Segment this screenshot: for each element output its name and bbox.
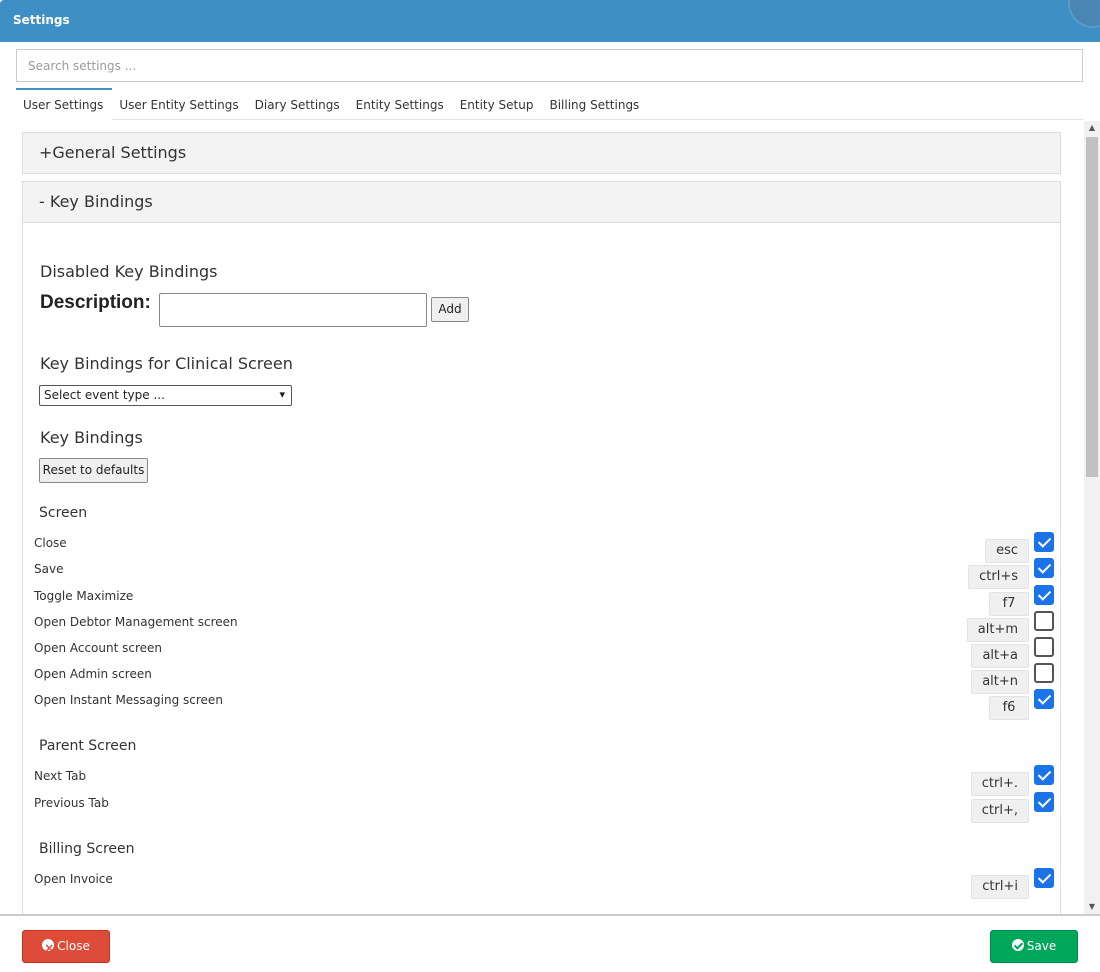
binding-enabled-checkbox[interactable] bbox=[1034, 689, 1054, 709]
binding-row-open-admin: Open Admin screen alt+n bbox=[34, 663, 1054, 694]
binding-key[interactable]: ctrl+i bbox=[971, 875, 1029, 899]
binding-name: Open Instant Messaging screen bbox=[34, 693, 223, 707]
binding-name: Save bbox=[34, 562, 64, 576]
tab-diary-settings[interactable]: Diary Settings bbox=[248, 88, 349, 120]
binding-row-open-invoice: Open Invoice ctrl+i bbox=[34, 868, 1054, 899]
binding-enabled-checkbox[interactable] bbox=[1034, 765, 1054, 785]
binding-name: Open Invoice bbox=[34, 872, 113, 886]
binding-row-close: Close esc bbox=[34, 532, 1054, 563]
binding-name: Toggle Maximize bbox=[34, 589, 134, 603]
binding-row-next-tab: Next Tab ctrl+. bbox=[34, 765, 1054, 796]
binding-key[interactable]: alt+a bbox=[971, 644, 1029, 668]
binding-row-open-instant-messaging: Open Instant Messaging screen f6 bbox=[34, 689, 1054, 720]
binding-enabled-checkbox[interactable] bbox=[1034, 868, 1054, 888]
title-bar: Settings bbox=[0, 0, 1100, 42]
binding-key[interactable]: ctrl+. bbox=[970, 772, 1029, 796]
tab-billing-settings[interactable]: Billing Settings bbox=[542, 88, 648, 120]
scroll-up-icon[interactable]: ▲ bbox=[1084, 121, 1100, 135]
window-corner-decoration bbox=[1068, 0, 1100, 28]
save-button-label: Save bbox=[1026, 939, 1057, 953]
binding-name: Open Account screen bbox=[34, 641, 163, 655]
check-circle-icon bbox=[1011, 939, 1024, 951]
binding-row-open-debtor-management: Open Debtor Management screen alt+m bbox=[34, 611, 1054, 642]
scroll-down-icon[interactable]: ▼ bbox=[1084, 900, 1100, 914]
binding-name: Close bbox=[34, 536, 67, 550]
binding-key[interactable]: alt+m bbox=[966, 618, 1029, 642]
close-button[interactable]: Close bbox=[22, 930, 110, 964]
reset-to-defaults-button[interactable]: Reset to defaults bbox=[39, 458, 148, 483]
tab-entity-setup[interactable]: Entity Setup bbox=[453, 88, 543, 120]
search-input[interactable] bbox=[16, 49, 1083, 82]
binding-enabled-checkbox[interactable] bbox=[1034, 637, 1054, 657]
window-title: Settings bbox=[13, 13, 70, 27]
add-button[interactable]: Add bbox=[431, 297, 469, 322]
event-type-select-value: Select event type ... bbox=[44, 388, 165, 402]
binding-enabled-checkbox[interactable] bbox=[1034, 792, 1054, 812]
section-label-billing-screen: Billing Screen bbox=[39, 841, 135, 857]
tab-user-settings[interactable]: User Settings bbox=[16, 88, 113, 120]
binding-name: Open Debtor Management screen bbox=[34, 615, 238, 629]
panel-toggle-icon: + bbox=[39, 143, 53, 162]
tab-entity-settings[interactable]: Entity Settings bbox=[349, 88, 453, 120]
panel-title: Key Bindings bbox=[49, 192, 153, 211]
chevron-down-icon: ▾ bbox=[279, 388, 285, 401]
tab-bar: User Settings User Entity Settings Diary… bbox=[16, 88, 1083, 120]
panel-toggle-icon: - bbox=[39, 192, 45, 211]
binding-enabled-checkbox[interactable] bbox=[1034, 585, 1054, 605]
disabled-key-bindings-heading: Disabled Key Bindings bbox=[40, 262, 218, 281]
binding-row-previous-tab: Previous Tab ctrl+, bbox=[34, 792, 1054, 823]
binding-name: Previous Tab bbox=[34, 796, 109, 810]
binding-key[interactable]: esc bbox=[985, 539, 1029, 563]
binding-row-open-account: Open Account screen alt+a bbox=[34, 637, 1054, 668]
binding-name: Next Tab bbox=[34, 769, 87, 783]
close-circle-icon bbox=[42, 933, 54, 964]
binding-key[interactable]: ctrl+s bbox=[968, 565, 1029, 589]
scrollbar-thumb[interactable] bbox=[1086, 137, 1098, 477]
binding-row-toggle-maximize: Toggle Maximize f7 bbox=[34, 585, 1054, 616]
binding-enabled-checkbox[interactable] bbox=[1034, 611, 1054, 631]
key-bindings-heading: Key Bindings bbox=[40, 428, 143, 447]
binding-name: Open Admin screen bbox=[34, 667, 152, 681]
binding-enabled-checkbox[interactable] bbox=[1034, 558, 1054, 578]
vertical-scrollbar[interactable]: ▲ ▼ bbox=[1084, 121, 1100, 914]
close-button-label: Close bbox=[57, 939, 90, 953]
general-settings-panel-header[interactable]: +General Settings bbox=[22, 132, 1061, 174]
binding-enabled-checkbox[interactable] bbox=[1034, 663, 1054, 683]
section-label-screen: Screen bbox=[39, 505, 88, 521]
footer: Close Save bbox=[0, 914, 1100, 972]
panel-title: General Settings bbox=[52, 143, 187, 162]
binding-key[interactable]: ctrl+, bbox=[970, 799, 1029, 823]
settings-content: +General Settings - Key Bindings Disable… bbox=[16, 121, 1100, 914]
binding-enabled-checkbox[interactable] bbox=[1034, 532, 1054, 552]
tab-user-entity-settings[interactable]: User Entity Settings bbox=[112, 88, 247, 120]
clinical-screen-heading: Key Bindings for Clinical Screen bbox=[40, 354, 293, 373]
description-input[interactable] bbox=[159, 293, 427, 327]
key-bindings-panel-header[interactable]: - Key Bindings bbox=[22, 181, 1061, 223]
save-button[interactable]: Save bbox=[990, 930, 1078, 963]
binding-key[interactable]: f7 bbox=[989, 592, 1029, 616]
description-label: Description: bbox=[40, 292, 151, 313]
section-label-parent-screen: Parent Screen bbox=[39, 738, 137, 754]
binding-key[interactable]: alt+n bbox=[971, 670, 1029, 694]
binding-row-save: Save ctrl+s bbox=[34, 558, 1054, 589]
event-type-select[interactable]: Select event type ... ▾ bbox=[39, 385, 292, 406]
binding-key[interactable]: f6 bbox=[989, 696, 1029, 720]
